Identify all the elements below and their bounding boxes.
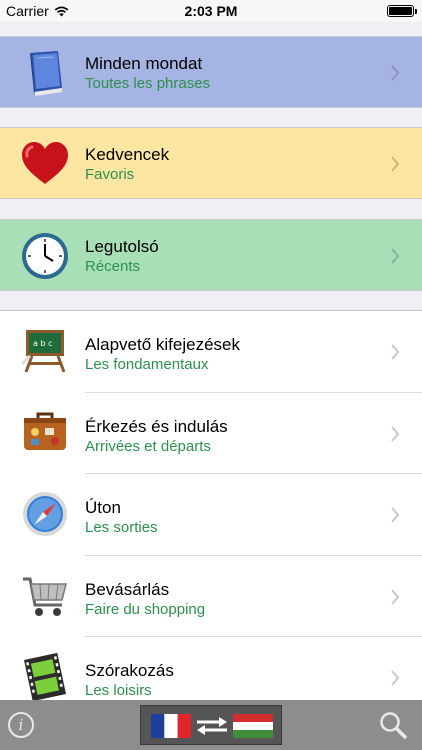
book-icon (30, 51, 62, 96)
search-icon[interactable] (378, 710, 408, 740)
list-item[interactable]: Bevásárlás Faire du shopping (0, 556, 422, 637)
row-title: Alapvető kifejezések (85, 335, 240, 354)
chevron-right-icon (391, 425, 400, 442)
all-phrases-row[interactable]: Minden mondat Toutes les phrases (0, 36, 422, 108)
language-swap-button[interactable] (140, 705, 282, 745)
swap-arrows-icon (197, 717, 227, 735)
row-subtitle: Récents (85, 258, 141, 275)
row-title: Minden mondat (85, 54, 203, 73)
svg-text:a b c: a b c (33, 339, 52, 348)
list-item[interactable]: Úton Les sorties (0, 474, 422, 556)
chevron-right-icon (391, 156, 400, 172)
hungarian-flag-icon (233, 714, 273, 738)
list-item[interactable]: a b c Alapvető kifejezések Les fondament… (0, 311, 422, 393)
row-subtitle: Favoris (85, 166, 135, 183)
status-bar: Carrier 2:03 PM (0, 0, 422, 22)
status-time: 2:03 PM (184, 3, 238, 19)
french-flag-icon (151, 714, 191, 738)
row-subtitle: Les loisirs (85, 682, 152, 699)
film-strip-icon (24, 652, 66, 702)
row-title: Érkezés és indulás (85, 416, 228, 436)
bottom-toolbar: i (0, 700, 422, 750)
row-title: Szórakozás (85, 661, 174, 680)
row-subtitle: Les sorties (85, 519, 158, 536)
heart-icon (22, 142, 68, 184)
row-title: Legutolsó (85, 237, 159, 256)
chevron-right-icon (391, 344, 400, 360)
row-title: Bevásárlás (85, 579, 170, 599)
row-subtitle: Toutes les phrases (85, 75, 211, 92)
category-list: a b c Alapvető kifejezések Les fondament… (0, 310, 422, 719)
chalkboard-icon: a b c (20, 330, 66, 373)
info-button[interactable]: i (8, 712, 34, 738)
row-title: Úton (85, 498, 121, 517)
favorites-row[interactable]: Kedvencek Favoris (0, 127, 422, 199)
row-subtitle: Faire du shopping (85, 600, 206, 618)
battery-icon (387, 5, 417, 17)
row-subtitle: Les fondamentaux (85, 356, 209, 373)
row-subtitle: Arrivées et départs (85, 437, 211, 455)
shopping-cart-icon (23, 577, 67, 616)
chevron-right-icon (391, 248, 400, 264)
compass-icon (23, 492, 67, 536)
recents-row[interactable]: Legutolsó Récents (0, 219, 422, 291)
chevron-right-icon (391, 588, 400, 605)
row-title: Kedvencek (85, 145, 170, 164)
clock-icon (22, 233, 68, 279)
list-item[interactable]: Érkezés és indulás Arrivées et départs (0, 393, 422, 474)
chevron-right-icon (391, 670, 400, 686)
chevron-right-icon (391, 507, 400, 523)
suitcase-icon (24, 412, 66, 450)
chevron-right-icon (391, 65, 400, 81)
